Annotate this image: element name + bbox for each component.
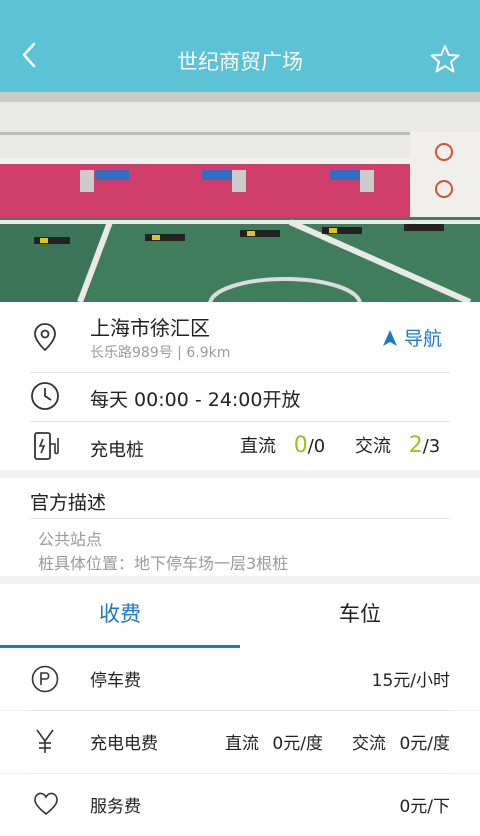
hours-row: 每天 00:00 - 24:00开放 xyxy=(0,373,480,421)
station-info-card: 上海市徐汇区 长乐路989号 | 6.9km 导航 每天 00:00 - 24:… xyxy=(0,302,480,470)
service-fee-value: 0元/下 xyxy=(399,797,450,817)
dc-label: 直流 xyxy=(240,436,276,457)
ac-price-label: 交流 xyxy=(352,734,387,754)
dc-status: 直流 0/0 xyxy=(240,432,325,458)
fee-row-service: 服务费 0元/下 xyxy=(0,774,480,836)
dc-price-label: 直流 xyxy=(225,734,259,754)
address-text: 长乐路989号 | 6.9km xyxy=(90,345,231,361)
location-pin-icon xyxy=(34,323,56,352)
favorite-star-icon[interactable] xyxy=(430,44,460,74)
description-line-1: 公共站点 xyxy=(38,530,103,549)
charger-row: 充电桩 直流 0/0 交流 2/3 xyxy=(0,422,480,470)
district-text: 上海市徐汇区 xyxy=(90,316,210,340)
navigate-button[interactable]: 导航 xyxy=(382,324,442,351)
page-title: 世纪商贸广场 xyxy=(177,50,303,74)
ac-status: 交流 2/3 xyxy=(355,432,440,458)
navigation-arrow-icon xyxy=(382,330,397,346)
description-card: 官方描述 公共站点 桩具体位置：地下停车场一层3根桩 xyxy=(0,478,480,576)
station-photo xyxy=(0,92,480,302)
fee-row-parking: 停车费 15元/小时 xyxy=(0,648,480,710)
service-icon xyxy=(34,792,58,816)
tab-fees[interactable]: 收费 xyxy=(0,584,240,648)
tab-parking-label: 车位 xyxy=(339,602,381,626)
tab-parking-spaces[interactable]: 车位 xyxy=(240,584,480,648)
parking-icon xyxy=(31,665,59,693)
electricity-fee-label: 充电电费 xyxy=(90,734,158,754)
clock-icon xyxy=(31,382,59,410)
description-line-2: 桩具体位置：地下停车场一层3根桩 xyxy=(38,554,289,573)
description-title: 官方描述 xyxy=(30,492,107,514)
ac-total: /3 xyxy=(422,436,441,457)
navigate-label: 导航 xyxy=(403,328,442,350)
ac-price-value: 0元/度 xyxy=(399,734,450,754)
dc-electricity-price: 直流 0元/度 xyxy=(225,729,323,754)
yen-icon xyxy=(36,729,54,753)
ac-label: 交流 xyxy=(355,436,391,457)
charging-pile-icon xyxy=(34,432,59,460)
dc-price-value: 0元/度 xyxy=(272,734,323,754)
parking-fee-label: 停车费 xyxy=(90,671,141,691)
dc-total: /0 xyxy=(307,436,326,457)
ac-electricity-price: 交流 0元/度 xyxy=(352,729,450,754)
ac-available: 2 xyxy=(408,433,423,458)
fee-row-electricity: 充电电费 直流 0元/度 交流 0元/度 xyxy=(0,711,480,773)
opening-hours: 每天 00:00 - 24:00开放 xyxy=(90,389,301,411)
divider xyxy=(30,518,450,519)
charger-label: 充电桩 xyxy=(90,440,144,461)
dc-available: 0 xyxy=(293,433,308,458)
tab-fees-label: 收费 xyxy=(99,602,141,626)
tab-bar: 收费 车位 xyxy=(0,584,480,648)
service-fee-label: 服务费 xyxy=(90,797,141,817)
parking-fee-value: 15元/小时 xyxy=(371,671,450,691)
header-bar: 世纪商贸广场 xyxy=(0,0,480,92)
location-row[interactable]: 上海市徐汇区 长乐路989号 | 6.9km 导航 xyxy=(0,302,480,372)
